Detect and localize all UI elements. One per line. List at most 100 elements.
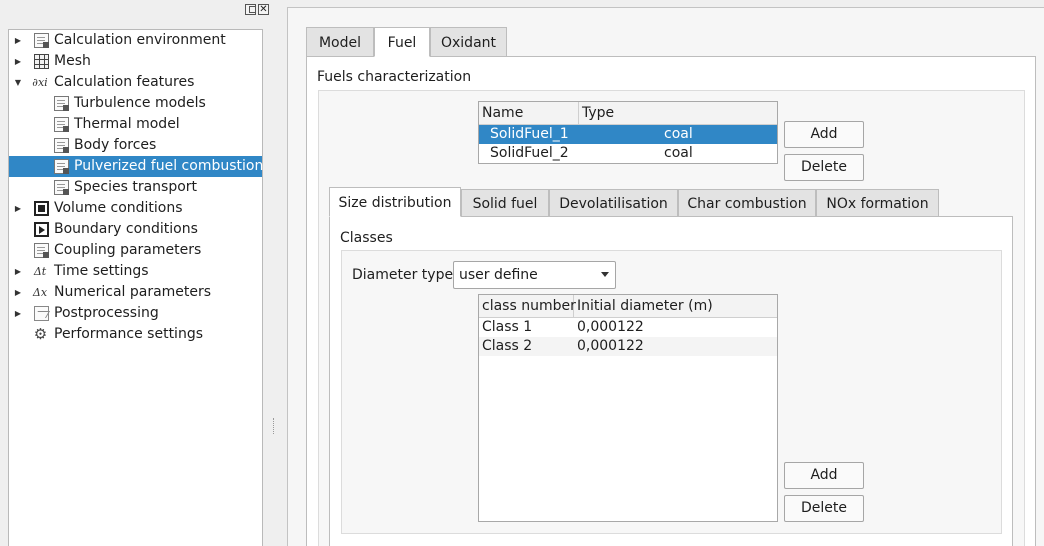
column-header-name[interactable]: Name [479, 102, 579, 124]
fuels-section-title: Fuels characterization [317, 69, 472, 85]
delete-class-button[interactable]: Delete [784, 495, 864, 522]
tree-item-label: Calculation environment [54, 32, 226, 48]
tab-label: Fuel [387, 35, 417, 51]
chevron-down-icon [601, 272, 609, 277]
tab-label: Oxidant [440, 35, 497, 51]
chart-icon [34, 306, 49, 321]
table-header: class number Initial diameter (m) [479, 295, 777, 318]
fuels-table[interactable]: Name Type SolidFuel_1 coal SolidFuel_2 c… [478, 101, 778, 164]
tree-item-label: Turbulence models [74, 95, 206, 111]
navigation-tree[interactable]: ▶ Calculation environment ▶ Mesh ▼ ∂xi C… [8, 29, 263, 546]
tab-label: NOx formation [826, 196, 929, 212]
tree-item-label: Calculation features [54, 74, 195, 90]
expand-arrow-icon[interactable]: ▶ [12, 51, 24, 72]
initial-diameter-cell: 0,000122 [577, 319, 644, 335]
tree-item-postprocessing[interactable]: ▶ Postprocessing [9, 303, 262, 324]
tree-item-boundary-conditions[interactable]: Boundary conditions [9, 219, 262, 240]
tree-item-species-transport[interactable]: Species transport [9, 177, 262, 198]
tree-item-label: Postprocessing [54, 305, 159, 321]
close-dock-button[interactable]: ✕ [258, 4, 269, 15]
add-class-button[interactable]: Add [784, 462, 864, 489]
collapse-arrow-icon[interactable]: ▼ [12, 72, 24, 93]
gear-icon: ⚙ [33, 325, 48, 343]
expand-arrow-icon[interactable]: ▶ [12, 198, 24, 219]
table-row[interactable]: Class 1 0,000122 [479, 318, 777, 337]
tree-item-label: Thermal model [74, 116, 180, 132]
tree-item-label: Species transport [74, 179, 198, 195]
tab-label: Solid fuel [472, 196, 538, 212]
tree-item-calculation-features[interactable]: ▼ ∂xi Calculation features [9, 72, 262, 93]
tree-item-label: Body forces [74, 137, 157, 153]
tree-item-mesh[interactable]: ▶ Mesh [9, 51, 262, 72]
fuel-type-cell: coal [664, 126, 693, 142]
column-header-initial-diameter[interactable]: Initial diameter (m) [574, 295, 777, 317]
expand-arrow-icon[interactable]: ▶ [12, 282, 24, 303]
tree-item-label: Time settings [54, 263, 149, 279]
tab-label: Devolatilisation [559, 196, 668, 212]
tree-item-pulverized-fuel-combustion[interactable]: Pulverized fuel combustion [9, 156, 264, 177]
tree-item-body-forces[interactable]: Body forces [9, 135, 262, 156]
mesh-icon [34, 54, 49, 69]
expand-arrow-icon[interactable]: ▶ [12, 261, 24, 282]
document-icon [54, 159, 69, 174]
tree-item-coupling-parameters[interactable]: Coupling parameters [9, 240, 262, 261]
tree-item-label: Coupling parameters [54, 242, 202, 258]
tree-item-label: Volume conditions [54, 200, 183, 216]
initial-diameter-cell: 0,000122 [577, 338, 644, 354]
volume-icon [34, 201, 49, 216]
tree-item-label: Boundary conditions [54, 221, 198, 237]
tree-item-volume-conditions[interactable]: ▶ Volume conditions [9, 198, 262, 219]
table-row[interactable]: SolidFuel_2 coal [479, 144, 777, 163]
diameter-type-label: Diameter type [352, 267, 454, 283]
tree-item-turbulence-models[interactable]: Turbulence models [9, 93, 262, 114]
tab-label: Model [318, 35, 362, 51]
splitter-handle[interactable] [273, 418, 275, 434]
table-row[interactable]: SolidFuel_1 coal [479, 125, 777, 144]
table-header: Name Type [479, 102, 777, 125]
diameter-type-value: user define [459, 267, 538, 283]
fuel-name-cell: SolidFuel_2 [490, 145, 569, 161]
class-number-cell: Class 2 [482, 338, 533, 354]
delta-x-icon: Δx [32, 286, 48, 299]
tab-model[interactable]: Model [306, 27, 374, 57]
tree-item-label: Performance settings [54, 326, 203, 342]
diameter-type-select[interactable]: user define [453, 261, 616, 289]
document-icon [34, 243, 49, 258]
formula-icon: ∂xi [32, 76, 48, 89]
expand-arrow-icon[interactable]: ▶ [12, 30, 24, 51]
tab-label: Size distribution [338, 195, 452, 211]
tree-item-label: Pulverized fuel combustion [74, 158, 264, 174]
add-fuel-button[interactable]: Add [784, 121, 864, 148]
column-header-class-number[interactable]: class number [479, 295, 576, 317]
tab-fuel[interactable]: Fuel [374, 27, 430, 57]
tree-item-label: Mesh [54, 53, 91, 69]
tree-item-performance-settings[interactable]: ⚙ Performance settings [9, 324, 262, 345]
classes-table[interactable]: class number Initial diameter (m) Class … [478, 294, 778, 522]
tree-item-thermal-model[interactable]: Thermal model [9, 114, 262, 135]
float-dock-button[interactable] [245, 4, 256, 15]
table-row[interactable]: Class 2 0,000122 [479, 337, 777, 356]
document-icon [34, 33, 49, 48]
fuel-name-cell: SolidFuel_1 [490, 126, 569, 142]
document-icon [54, 180, 69, 195]
column-header-type[interactable]: Type [579, 102, 777, 124]
tab-solid-fuel[interactable]: Solid fuel [461, 189, 549, 217]
expand-arrow-icon[interactable]: ▶ [12, 303, 24, 324]
tab-devolatilisation[interactable]: Devolatilisation [549, 189, 678, 217]
tab-oxidant[interactable]: Oxidant [430, 27, 507, 57]
document-icon [54, 138, 69, 153]
tab-size-distribution[interactable]: Size distribution [329, 187, 461, 217]
tab-nox-formation[interactable]: NOx formation [816, 189, 939, 217]
document-icon [54, 96, 69, 111]
tree-item-time-settings[interactable]: ▶ Δt Time settings [9, 261, 262, 282]
classes-section-title: Classes [340, 230, 393, 246]
tree-item-label: Numerical parameters [54, 284, 212, 300]
class-number-cell: Class 1 [482, 319, 533, 335]
delta-t-icon: Δt [33, 265, 47, 278]
tree-item-numerical-parameters[interactable]: ▶ Δx Numerical parameters [9, 282, 262, 303]
boundary-icon [34, 222, 49, 237]
fuel-type-cell: coal [664, 145, 693, 161]
delete-fuel-button[interactable]: Delete [784, 154, 864, 181]
tab-char-combustion[interactable]: Char combustion [678, 189, 816, 217]
tree-item-calculation-environment[interactable]: ▶ Calculation environment [9, 30, 262, 51]
